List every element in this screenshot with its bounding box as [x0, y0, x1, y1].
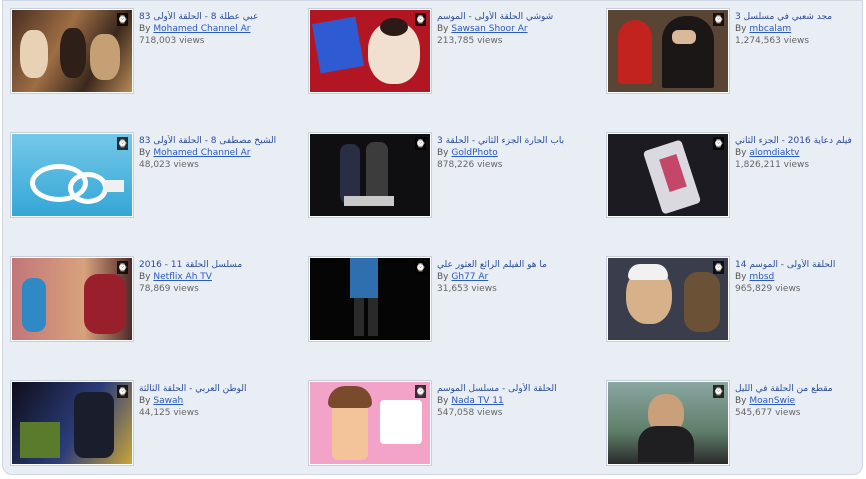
video-thumbnail[interactable]: ⌚	[11, 257, 133, 341]
channel-link[interactable]: Sawah	[153, 396, 183, 406]
video-thumbnail[interactable]: ⌚	[309, 381, 431, 465]
video-item[interactable]: ⌚ ما هو الفيلم الرائع العثور علي By Gh77…	[309, 257, 607, 341]
video-channel-line: By Netflix Ah TV	[139, 272, 212, 282]
video-item[interactable]: ⌚ عبي عطلة 8 - الحلقة الأولى 83 By Moham…	[11, 9, 309, 93]
video-item[interactable]: ⌚ مجد شعبي في مسلسل 3 By mbcalam 1,274,5…	[607, 9, 857, 93]
video-grid: ⌚ عبي عطلة 8 - الحلقة الأولى 83 By Moham…	[11, 9, 857, 465]
video-item[interactable]: ⌚ الشيخ مصطفى 8 - الحلقة الأولى 83 By Mo…	[11, 133, 309, 217]
video-title[interactable]: باب الحارة الجزء الثاني - الحلقة 3	[437, 135, 597, 147]
video-thumbnail[interactable]: ⌚	[11, 133, 133, 217]
watch-later-icon[interactable]: ⌚	[117, 137, 128, 150]
view-count: 213,785 views	[437, 36, 503, 46]
watch-later-icon[interactable]: ⌚	[713, 385, 724, 398]
watch-later-icon[interactable]: ⌚	[415, 261, 426, 274]
video-title[interactable]: مقطع من الحلقة في الليل	[735, 383, 857, 395]
video-item[interactable]: ⌚ الوطن العربي - الحلقة الثالثة By Sawah…	[11, 381, 309, 465]
watch-later-icon[interactable]: ⌚	[117, 385, 128, 398]
video-thumbnail[interactable]: ⌚	[309, 133, 431, 217]
channel-link[interactable]: Mohamed Channel Ar	[153, 24, 250, 34]
video-results-panel: ⌚ عبي عطلة 8 - الحلقة الأولى 83 By Moham…	[2, 0, 863, 475]
video-title[interactable]: الوطن العربي - الحلقة الثالثة	[139, 383, 299, 395]
video-item[interactable]: ⌚ الحلقة الأولى - الموسم 14 By mbsd 965,…	[607, 257, 857, 341]
video-item[interactable]: ⌚ مسلسل الحلقة 11 - 2016 By Netflix Ah T…	[11, 257, 309, 341]
channel-link[interactable]: Netflix Ah TV	[153, 272, 212, 282]
view-count: 1,274,563 views	[735, 36, 810, 46]
watch-later-icon[interactable]: ⌚	[713, 261, 724, 274]
video-title[interactable]: الشيخ مصطفى 8 - الحلقة الأولى 83	[139, 135, 299, 147]
video-channel-line: By Gh77 Ar	[437, 272, 489, 282]
video-item[interactable]: ⌚ فيلم دعاية 2016 - الجزء الثاني By alom…	[607, 133, 857, 217]
video-title[interactable]: مجد شعبي في مسلسل 3	[735, 11, 857, 23]
video-title[interactable]: فيلم دعاية 2016 - الجزء الثاني	[735, 135, 857, 147]
video-title[interactable]: عبي عطلة 8 - الحلقة الأولى 83	[139, 11, 299, 23]
view-count: 718,003 views	[139, 36, 205, 46]
view-count: 31,653 views	[437, 284, 497, 294]
channel-link[interactable]: alomdiaktv	[749, 148, 799, 158]
channel-link[interactable]: Sawsan Shoor Ar	[451, 24, 527, 34]
view-count: 878,226 views	[437, 160, 503, 170]
video-channel-line: By mbcalam	[735, 24, 792, 34]
video-channel-line: By Nada TV 11	[437, 396, 504, 406]
view-count: 545,677 views	[735, 408, 801, 418]
video-thumbnail[interactable]: ⌚	[11, 9, 133, 93]
video-channel-line: By MoanSwie	[735, 396, 795, 406]
view-count: 78,869 views	[139, 284, 199, 294]
watch-later-icon[interactable]: ⌚	[713, 137, 724, 150]
watch-later-icon[interactable]: ⌚	[117, 261, 128, 274]
video-thumbnail[interactable]: ⌚	[309, 257, 431, 341]
view-count: 547,058 views	[437, 408, 503, 418]
channel-link[interactable]: GoldPhoto	[451, 148, 497, 158]
video-thumbnail[interactable]: ⌚	[607, 381, 729, 465]
view-count: 1,826,211 views	[735, 160, 810, 170]
video-item[interactable]: ⌚ باب الحارة الجزء الثاني - الحلقة 3 By …	[309, 133, 607, 217]
video-channel-line: By Sawah	[139, 396, 184, 406]
channel-link[interactable]: mbsd	[749, 272, 774, 282]
video-thumbnail[interactable]: ⌚	[607, 257, 729, 341]
video-channel-line: By GoldPhoto	[437, 148, 498, 158]
video-channel-line: By Mohamed Channel Ar	[139, 148, 251, 158]
video-channel-line: By Mohamed Channel Ar	[139, 24, 251, 34]
video-title[interactable]: مسلسل الحلقة 11 - 2016	[139, 259, 299, 271]
video-item[interactable]: ⌚ شوشي الحلقة الأولى - الموسم By Sawsan …	[309, 9, 607, 93]
channel-link[interactable]: Nada TV 11	[451, 396, 503, 406]
watch-later-icon[interactable]: ⌚	[415, 13, 426, 26]
watch-later-icon[interactable]: ⌚	[117, 13, 128, 26]
video-title[interactable]: الحلقة الأولى - الموسم 14	[735, 259, 857, 271]
watch-later-icon[interactable]: ⌚	[415, 385, 426, 398]
video-thumbnail[interactable]: ⌚	[11, 381, 133, 465]
video-thumbnail[interactable]: ⌚	[309, 9, 431, 93]
watch-later-icon[interactable]: ⌚	[713, 13, 724, 26]
video-item[interactable]: ⌚ مقطع من الحلقة في الليل By MoanSwie 54…	[607, 381, 857, 465]
video-channel-line: By mbsd	[735, 272, 775, 282]
video-title[interactable]: الحلقة الأولى - مسلسل الموسم	[437, 383, 597, 395]
video-item[interactable]: ⌚ الحلقة الأولى - مسلسل الموسم By Nada T…	[309, 381, 607, 465]
video-title[interactable]: ما هو الفيلم الرائع العثور علي	[437, 259, 597, 271]
video-channel-line: By Sawsan Shoor Ar	[437, 24, 528, 34]
channel-link[interactable]: mbcalam	[749, 24, 791, 34]
video-channel-line: By alomdiaktv	[735, 148, 800, 158]
video-thumbnail[interactable]: ⌚	[607, 9, 729, 93]
channel-link[interactable]: Gh77 Ar	[451, 272, 488, 282]
channel-link[interactable]: MoanSwie	[749, 396, 795, 406]
video-title[interactable]: شوشي الحلقة الأولى - الموسم	[437, 11, 597, 23]
view-count: 44,125 views	[139, 408, 199, 418]
view-count: 48,023 views	[139, 160, 199, 170]
view-count: 965,829 views	[735, 284, 801, 294]
channel-link[interactable]: Mohamed Channel Ar	[153, 148, 250, 158]
watch-later-icon[interactable]: ⌚	[415, 137, 426, 150]
video-thumbnail[interactable]: ⌚	[607, 133, 729, 217]
